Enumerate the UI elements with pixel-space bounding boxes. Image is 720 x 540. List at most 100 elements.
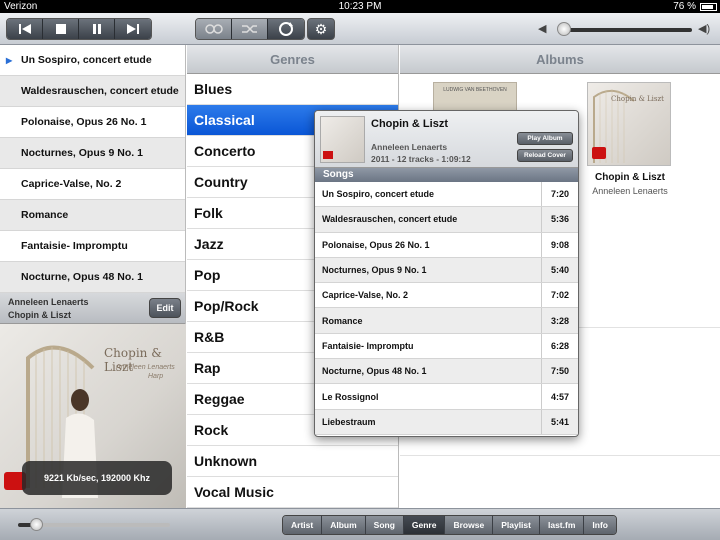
playlist-item[interactable]: Polonaise, Opus 26 No. 1 (0, 107, 185, 138)
tab-info[interactable]: Info (584, 516, 616, 534)
album-popover: Chopin & Liszt Anneleen Lenaerts 2011 - … (314, 110, 579, 437)
sync-button[interactable] (268, 19, 304, 39)
shuffle-icon (241, 25, 257, 33)
speaker-low-icon: ◀ (538, 23, 547, 35)
albums-header: Albums (400, 45, 720, 74)
status-bar: Verizon 10:23 PM 76 % (0, 0, 720, 13)
genres-header: Genres (187, 45, 398, 74)
cover-instrument: Harp (148, 373, 164, 380)
song-row[interactable]: Romance 3:28 (315, 308, 578, 334)
album-cover-large[interactable]: Chopin & Liszt Anneleen Lenaerts Harp 92… (0, 324, 186, 508)
now-playing-album: Chopin & Liszt (8, 310, 71, 320)
song-duration: 6:28 (550, 340, 569, 351)
tab-artist[interactable]: Artist (283, 516, 323, 534)
song-name: Nocturne, Opus 48 No. 1 (315, 359, 542, 384)
current-playlist: ▶ Un Sospiro, concert etude Waldesrausche… (0, 45, 186, 293)
popover-song-list: Un Sospiro, concert etude 7:20 Waldesraus… (315, 182, 578, 435)
pause-icon (92, 24, 101, 34)
playlist-item[interactable]: Nocturnes, Opus 9 No. 1 (0, 138, 185, 169)
repeat-button[interactable] (196, 19, 232, 39)
song-duration: 7:50 (550, 366, 569, 377)
sync-icon (279, 22, 293, 36)
song-title: Nocturne, Opus 48 No. 1 (21, 271, 143, 283)
play-album-button[interactable]: Play Album (517, 132, 573, 145)
gear-icon: ⚙ (314, 20, 328, 37)
songs-section-header: Songs (315, 168, 578, 182)
song-duration: 3:28 (550, 315, 569, 326)
stop-button[interactable] (43, 19, 79, 39)
cover-text: LUDWIG VAN BEETHOVEN (443, 87, 507, 93)
song-row[interactable]: Liebestraum 5:41 (315, 409, 578, 435)
playlist-item[interactable]: Nocturne, Opus 48 No. 1 (0, 262, 185, 293)
now-playing-icon: ▶ (6, 55, 13, 65)
song-duration: 7:20 (550, 189, 569, 200)
song-title: Waldesrauschen, concert etude (21, 85, 179, 97)
popover-artist: Anneleen Lenaerts (371, 142, 448, 152)
song-row[interactable]: Caprice-Valse, No. 2 7:02 (315, 283, 578, 309)
song-row[interactable]: Waldesrauschen, concert etude 5:36 (315, 207, 578, 233)
song-row[interactable]: Le Rossignol 4:57 (315, 384, 578, 410)
song-name: Le Rossignol (315, 384, 542, 409)
tab-genre[interactable]: Genre (403, 516, 446, 534)
song-duration: 5:40 (550, 265, 569, 276)
seek-knob[interactable] (30, 518, 43, 531)
reload-cover-button[interactable]: Reload Cover (517, 149, 573, 162)
genre-item[interactable]: Blues (187, 74, 398, 105)
album-cover-chopin-liszt[interactable]: Chopin & Liszt (587, 82, 671, 166)
song-row[interactable]: Fantaisie- Impromptu 6:28 (315, 333, 578, 360)
song-name: Nocturnes, Opus 9 No. 1 (315, 257, 542, 283)
song-name: Liebestraum (315, 409, 542, 434)
song-title: Romance (21, 209, 69, 221)
playlist-item[interactable]: Caprice-Valse, No. 2 (0, 169, 185, 200)
song-duration: 5:41 (550, 416, 569, 427)
song-row[interactable]: Nocturne, Opus 48 No. 1 7:50 (315, 359, 578, 385)
tab-lastfm[interactable]: last.fm (539, 516, 585, 534)
cover-artist: Anneleen Lenaerts (116, 364, 175, 371)
song-name: Polonaise, Opus 26 No. 1 (315, 232, 542, 257)
browse-tabs: Artist Album Song Genre Browse Playlist … (282, 515, 617, 535)
genre-item[interactable]: Vocal Music (187, 477, 398, 508)
album-title[interactable]: Chopin & Liszt (580, 172, 680, 183)
song-duration: 9:08 (550, 239, 569, 250)
prev-button[interactable] (7, 19, 43, 39)
popover-header: Chopin & Liszt Anneleen Lenaerts 2011 - … (315, 111, 578, 168)
label-logo (323, 151, 333, 159)
bottom-bar: Artist Album Song Genre Browse Playlist … (0, 508, 720, 540)
song-duration: 4:57 (550, 391, 569, 402)
genre-item[interactable]: Unknown (187, 446, 398, 477)
playlist-item[interactable]: Romance (0, 200, 185, 231)
bitrate-overlay: 9221 Kb/sec, 192000 Khz (22, 461, 172, 495)
now-playing-panel: Anneleen Lenaerts Chopin & Liszt Edit Ch… (0, 293, 186, 508)
playlist-item[interactable]: ▶ Un Sospiro, concert etude (0, 45, 185, 76)
song-title: Caprice-Valse, No. 2 (21, 178, 122, 190)
song-name: Un Sospiro, concert etude (315, 182, 542, 207)
speaker-high-icon: ◀) (698, 23, 711, 35)
label-logo (592, 147, 606, 159)
volume-knob[interactable] (557, 22, 571, 36)
stop-icon (55, 24, 66, 34)
row-divider (400, 455, 720, 456)
song-row[interactable]: Nocturnes, Opus 9 No. 1 5:40 (315, 257, 578, 284)
pause-button[interactable] (79, 19, 115, 39)
now-playing-info: Anneleen Lenaerts Chopin & Liszt Edit (0, 293, 185, 324)
song-name: Romance (315, 308, 542, 333)
song-row[interactable]: Polonaise, Opus 26 No. 1 9:08 (315, 232, 578, 258)
next-button[interactable] (115, 19, 151, 39)
playlist-item[interactable]: Fantaisie- Impromptu (0, 231, 185, 262)
tab-song[interactable]: Song (365, 516, 404, 534)
volume-slider[interactable] (558, 28, 692, 32)
song-title: Un Sospiro, concert etude (21, 54, 152, 66)
now-playing-artist: Anneleen Lenaerts (8, 297, 89, 307)
settings-button[interactable]: ⚙ (307, 18, 335, 40)
edit-button[interactable]: Edit (149, 298, 181, 318)
song-duration: 7:02 (550, 290, 569, 301)
tab-album[interactable]: Album (322, 516, 366, 534)
song-duration: 5:36 (550, 214, 569, 225)
song-name: Fantaisie- Impromptu (315, 333, 542, 359)
tab-playlist[interactable]: Playlist (493, 516, 540, 534)
tab-browse[interactable]: Browse (445, 516, 494, 534)
prev-icon (18, 24, 31, 34)
playlist-item[interactable]: Waldesrauschen, concert etude (0, 76, 185, 107)
shuffle-button[interactable] (232, 19, 268, 39)
song-row[interactable]: Un Sospiro, concert etude 7:20 (315, 182, 578, 208)
